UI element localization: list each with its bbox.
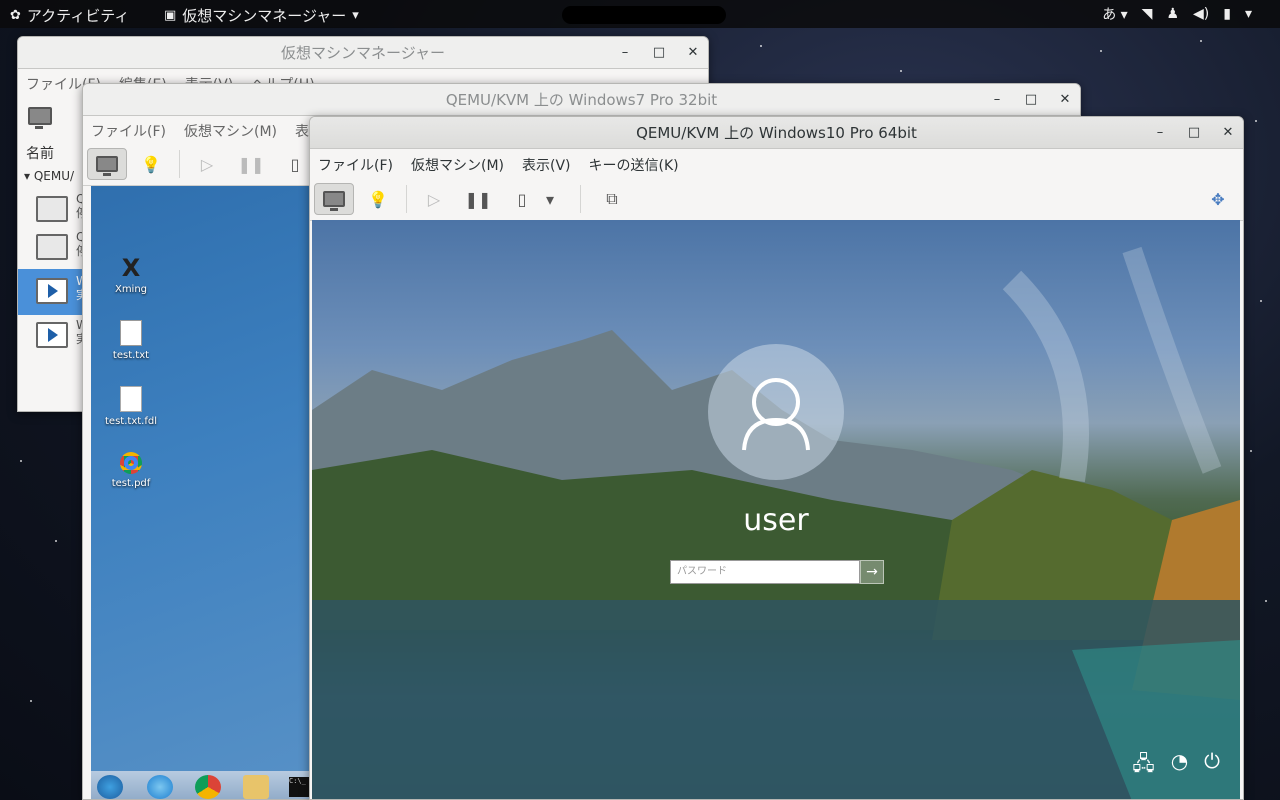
- vm-stopped-icon: [36, 196, 68, 222]
- password-input[interactable]: パスワード: [670, 560, 860, 584]
- vm-row-selected[interactable]: W実: [18, 269, 88, 315]
- run-button[interactable]: ▷: [414, 183, 454, 215]
- run-button[interactable]: ▷: [187, 148, 227, 180]
- minimize-button[interactable]: –: [1153, 117, 1167, 149]
- xming-icon: X: [121, 254, 141, 282]
- chrome-taskbar-icon[interactable]: [195, 775, 221, 799]
- menu-vm[interactable]: 仮想マシン(M): [411, 155, 504, 175]
- connection-group[interactable]: ▾ QEMU/: [24, 169, 74, 183]
- clock-redacted[interactable]: [562, 6, 726, 24]
- win10-titlebar[interactable]: QEMU/KVM 上の Windows10 Pro 64bit – □ ✕: [310, 117, 1243, 149]
- snapshot-button[interactable]: ⧉: [592, 183, 632, 215]
- username-label: user: [743, 503, 809, 538]
- network-icon[interactable]: 🖧: [1132, 749, 1154, 783]
- vm-manager-icon: ▣: [164, 8, 177, 23]
- minimize-button[interactable]: –: [990, 84, 1004, 116]
- text-file-icon: [120, 320, 142, 346]
- win7-taskbar: C:\_: [91, 771, 321, 799]
- desktop-icon-test-fdl[interactable]: test.txt.fdl: [91, 386, 171, 427]
- vm-row[interactable]: W実: [18, 313, 88, 359]
- menu-vm[interactable]: 仮想マシン(M): [184, 121, 277, 141]
- ie-icon[interactable]: [147, 775, 173, 799]
- console-button[interactable]: [314, 183, 354, 215]
- explorer-icon[interactable]: [243, 775, 269, 799]
- shutdown-button[interactable]: ▯: [502, 183, 542, 215]
- play-icon: ▷: [427, 189, 441, 209]
- shutdown-menu-button[interactable]: ▾: [540, 183, 560, 215]
- snapshot-icon: ⧉: [606, 189, 618, 208]
- menu-file[interactable]: ファイル(F): [91, 121, 166, 141]
- chevron-down-icon: ▾: [352, 8, 359, 23]
- menu-view[interactable]: 表示(V): [522, 155, 571, 175]
- win7-titlebar[interactable]: QEMU/KVM 上の Windows7 Pro 32bit – □ ✕: [83, 84, 1080, 116]
- power-icon[interactable]: ⏻: [1204, 749, 1220, 783]
- maximize-button[interactable]: □: [1024, 84, 1038, 116]
- console-button[interactable]: [87, 148, 127, 180]
- file-icon: [120, 386, 142, 412]
- window-title: QEMU/KVM 上の Windows7 Pro 32bit: [445, 91, 718, 109]
- details-button[interactable]: 💡: [358, 183, 398, 215]
- activities-label: アクティビティ: [26, 7, 130, 25]
- notification-icon[interactable]: ♟: [1166, 6, 1179, 22]
- pause-button[interactable]: ❚❚: [458, 183, 498, 215]
- vm-stopped-icon: [36, 234, 68, 260]
- vm-row[interactable]: Q停: [18, 225, 88, 271]
- pause-icon: ❚❚: [464, 189, 492, 209]
- app-menu-label: 仮想マシンマネージャー: [182, 7, 347, 25]
- cmd-icon[interactable]: C:\_: [289, 777, 311, 797]
- desktop-icon-test-txt[interactable]: test.txt: [91, 320, 171, 361]
- input-method[interactable]: あ ▾: [1102, 4, 1127, 24]
- close-button[interactable]: ✕: [1058, 84, 1072, 116]
- volume-icon[interactable]: ◀): [1193, 6, 1209, 22]
- pause-button[interactable]: ❚❚: [231, 148, 271, 180]
- vm-running-icon: [36, 278, 68, 304]
- fullscreen-button[interactable]: ✥: [1198, 183, 1238, 215]
- lightbulb-icon: 💡: [141, 154, 161, 174]
- maximize-button[interactable]: □: [652, 37, 666, 69]
- monitor-icon: [96, 156, 118, 176]
- close-button[interactable]: ✕: [686, 37, 700, 69]
- desktop-icon-xming[interactable]: X Xming: [91, 254, 171, 295]
- vm-manager-titlebar[interactable]: 仮想マシンマネージャー – □ ✕: [18, 37, 708, 69]
- start-button[interactable]: [97, 775, 123, 799]
- submit-arrow-button[interactable]: →: [860, 560, 884, 584]
- details-button[interactable]: 💡: [131, 148, 171, 180]
- chrome-icon: [120, 452, 142, 474]
- monitor-icon: [323, 191, 345, 211]
- system-menu-chevron-icon[interactable]: ▾: [1245, 6, 1252, 22]
- win10-lock-screen: user パスワード → 🖧 ◔ ⏻: [312, 220, 1240, 799]
- win7-desktop: X Xming test.txt test.txt.fdl test.pdf: [91, 186, 321, 771]
- play-icon: ▷: [200, 154, 214, 174]
- desktop-icon-test-pdf[interactable]: test.pdf: [91, 452, 171, 489]
- new-vm-icon: [28, 107, 52, 129]
- ease-of-access-icon[interactable]: ◔: [1171, 749, 1188, 783]
- close-button[interactable]: ✕: [1221, 117, 1235, 149]
- battery-icon[interactable]: ▮: [1223, 6, 1231, 22]
- activities-button[interactable]: ✿ アクティビティ: [10, 5, 129, 26]
- wifi-icon[interactable]: ◥: [1142, 6, 1153, 22]
- lightbulb-icon: 💡: [368, 189, 388, 209]
- power-icon: ▯: [517, 189, 527, 209]
- window-title: QEMU/KVM 上の Windows10 Pro 64bit: [636, 124, 917, 142]
- gnome-icon: ✿: [10, 8, 21, 23]
- chevron-down-icon: ▾: [545, 189, 555, 209]
- top-bar: ✿ アクティビティ ▣ 仮想マシンマネージャー ▾ あ ▾ ◥ ♟ ◀) ▮ ▾: [0, 0, 1280, 28]
- win10-vm-window: QEMU/KVM 上の Windows10 Pro 64bit – □ ✕ ファ…: [309, 116, 1244, 800]
- new-vm-button[interactable]: [28, 107, 58, 131]
- menu-file[interactable]: ファイル(F): [318, 155, 393, 175]
- menu-send-key[interactable]: キーの送信(K): [589, 155, 679, 175]
- maximize-button[interactable]: □: [1187, 117, 1201, 149]
- app-menu[interactable]: ▣ 仮想マシンマネージャー ▾: [164, 5, 359, 26]
- column-header-name[interactable]: 名前: [26, 143, 54, 163]
- power-icon: ▯: [290, 154, 300, 174]
- pause-icon: ❚❚: [237, 154, 265, 174]
- window-title: 仮想マシンマネージャー: [281, 44, 445, 62]
- user-icon: [742, 378, 810, 451]
- vm-running-icon: [36, 322, 68, 348]
- minimize-button[interactable]: –: [618, 37, 632, 69]
- fullscreen-icon: ✥: [1211, 189, 1225, 209]
- user-avatar: [708, 344, 844, 480]
